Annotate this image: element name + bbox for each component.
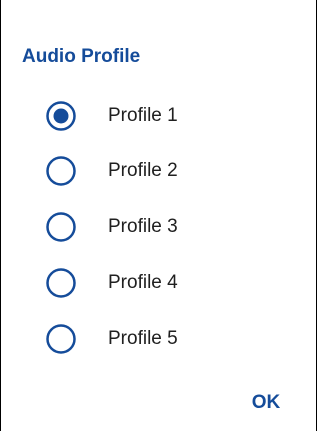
radio-option-label: Profile 5 [108,328,178,349]
radio-option-label: Profile 3 [108,216,178,237]
dialog-right-edge [316,0,317,431]
radio-button-unchecked-icon[interactable] [45,211,77,243]
radio-option-label: Profile 4 [108,272,178,293]
radio-option-label: Profile 1 [108,105,178,126]
radio-option-profile-1[interactable]: Profile 1 [30,92,280,140]
ok-button[interactable]: OK [236,383,296,423]
radio-button-unchecked-icon[interactable] [45,323,77,355]
radio-button-checked-icon[interactable] [45,100,77,132]
radio-option-profile-5[interactable]: Profile 5 [30,315,280,363]
radio-button-unchecked-icon[interactable] [45,155,77,187]
radio-option-label: Profile 2 [108,160,178,181]
dialog-left-edge [0,0,1,431]
radio-option-profile-3[interactable]: Profile 3 [30,203,280,251]
radio-option-profile-4[interactable]: Profile 4 [30,259,280,307]
radio-button-unchecked-icon[interactable] [45,267,77,299]
radio-option-profile-2[interactable]: Profile 2 [30,147,280,195]
dialog-title: Audio Profile [22,46,141,67]
